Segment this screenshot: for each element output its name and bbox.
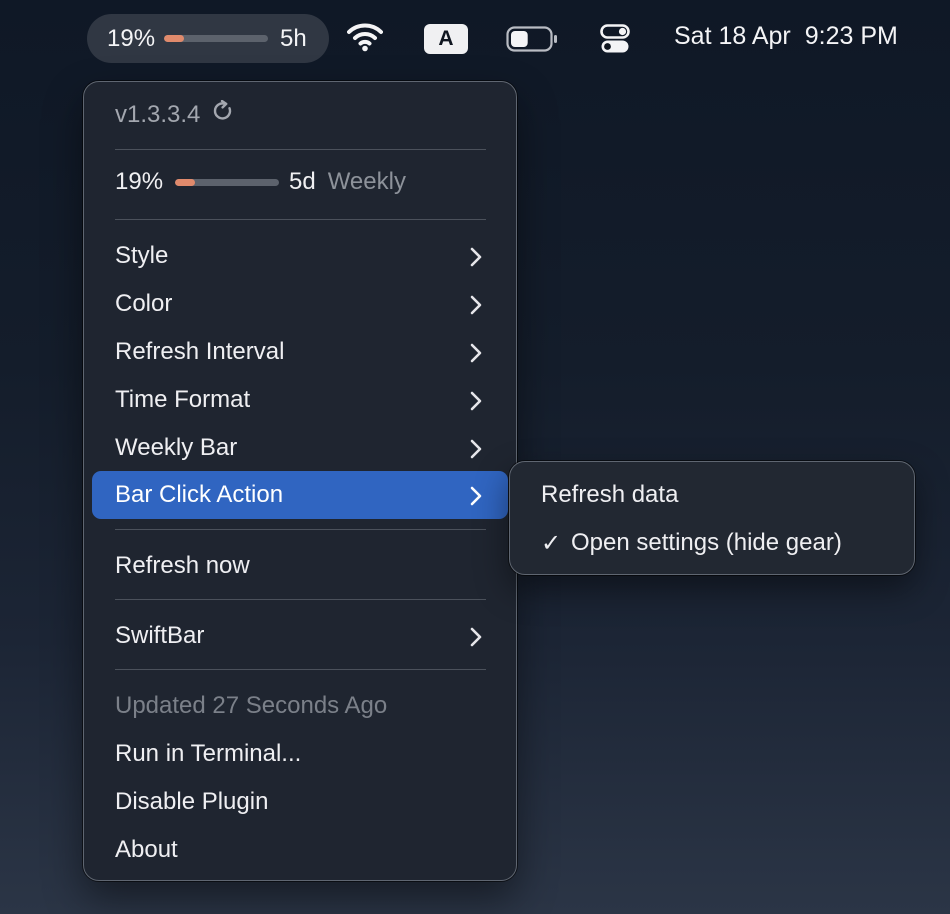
usage-reset-time: 5h [280, 24, 307, 52]
menu-separator [115, 599, 486, 600]
chevron-right-icon [470, 390, 482, 418]
menu-separator [115, 149, 486, 150]
clock-time: 9:23 PM [804, 22, 898, 50]
menu-bar: 19% 5h A Sat 18 Apr 9:23 PM [0, 0, 950, 78]
menu-item-label: Updated 27 Seconds Ago [115, 692, 388, 719]
chevron-right-icon [470, 246, 482, 274]
weekly-usage-bar [175, 178, 279, 186]
refresh-icon [212, 99, 234, 129]
menu-item-label: Disable Plugin [115, 788, 269, 815]
submenu-item-refresh-data[interactable]: Refresh data [518, 471, 908, 519]
weekly-reset-time: 5d [289, 168, 316, 195]
menu-item-label: SwiftBar [115, 622, 205, 649]
menu-item-label: Style [115, 242, 169, 269]
control-center-icon[interactable] [600, 24, 630, 59]
input-source-icon[interactable]: A [424, 24, 468, 54]
chevron-right-icon [470, 626, 482, 654]
version-label: v1.3.3.4 [115, 100, 201, 128]
menu-item-label: Time Format [115, 386, 251, 413]
menu-item-time-format[interactable]: Time Format [92, 376, 508, 424]
menu-item-label: Bar Click Action [115, 481, 284, 508]
menu-item-color[interactable]: Color [92, 280, 508, 328]
menu-item-label: About [115, 836, 178, 863]
menu-bar-clock[interactable]: Sat 18 Apr 9:23 PM [674, 22, 898, 51]
usage-bar-fill [164, 35, 184, 42]
submenu-item-label: Open settings (hide gear) [571, 529, 842, 556]
menu-item-bar-click-action[interactable]: Bar Click Action [92, 471, 508, 519]
battery-icon[interactable] [506, 26, 558, 57]
menu-item-label: Refresh now [115, 552, 250, 579]
chevron-right-icon [470, 438, 482, 466]
weekly-label: Weekly [327, 168, 406, 195]
menu-item-label: Color [115, 290, 173, 317]
chevron-right-icon [470, 294, 482, 322]
submenu-item-open-settings[interactable]: ✓ Open settings (hide gear) [518, 519, 908, 567]
version-row: v1.3.3.4 [115, 99, 234, 129]
weekly-usage-bar-fill [175, 178, 195, 186]
bar-click-action-submenu: Refresh data ✓ Open settings (hide gear) [509, 461, 915, 575]
menu-item-label: Run in Terminal... [115, 740, 302, 767]
menu-separator [115, 529, 486, 530]
weekly-usage-row: 19% 5d Weekly [115, 168, 406, 196]
menu-item-style[interactable]: Style [92, 232, 508, 280]
chevron-right-icon [470, 485, 482, 513]
wifi-icon[interactable] [347, 22, 383, 57]
menu-separator [115, 219, 486, 220]
submenu-item-label: Refresh data [541, 481, 679, 508]
chevron-right-icon [470, 342, 482, 370]
menu-item-label: Weekly Bar [115, 434, 238, 461]
menu-separator [115, 669, 486, 670]
menu-item-refresh-interval[interactable]: Refresh Interval [92, 328, 508, 376]
clock-date: Sat 18 Apr [674, 22, 791, 50]
menu-item-run-in-terminal[interactable]: Run in Terminal... [92, 730, 508, 778]
menu-item-weekly-bar[interactable]: Weekly Bar [92, 424, 508, 472]
usage-status-item[interactable]: 19% 5h [87, 14, 329, 63]
menu-item-label: Refresh Interval [115, 338, 285, 365]
menu-item-refresh-now[interactable]: Refresh now [92, 542, 508, 590]
menu-item-swiftbar[interactable]: SwiftBar [92, 612, 508, 660]
usage-bar [164, 35, 268, 42]
weekly-percent: 19% [115, 168, 164, 195]
menu-item-about[interactable]: About [92, 826, 508, 874]
usage-percent: 19% [107, 24, 156, 52]
plugin-dropdown-menu: v1.3.3.4 19% 5d Weekly Style Color Refre… [83, 81, 517, 881]
checkmark-icon: ✓ [541, 529, 562, 557]
menu-item-disable-plugin[interactable]: Disable Plugin [92, 778, 508, 826]
updated-status-label: Updated 27 Seconds Ago [92, 682, 508, 730]
